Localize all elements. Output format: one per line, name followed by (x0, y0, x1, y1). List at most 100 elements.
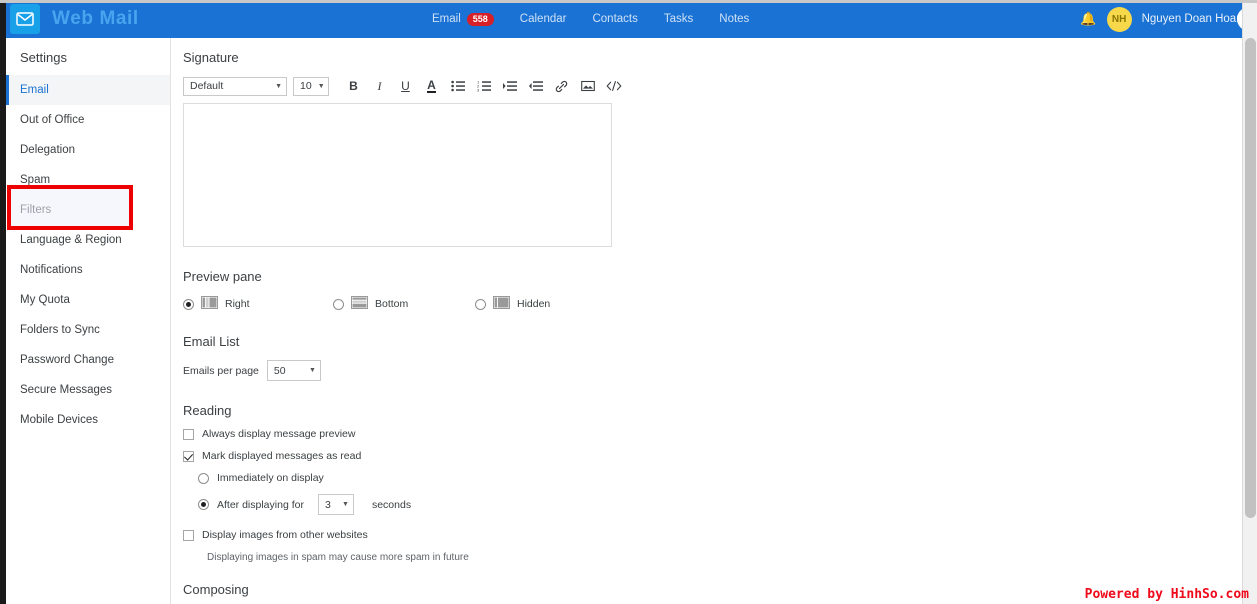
bold-icon[interactable]: B (341, 75, 366, 97)
nav-item-notes[interactable]: Notes (719, 13, 749, 25)
nav-label: Email (432, 13, 461, 25)
emails-per-page-row: Emails per page 50 ▼ (183, 360, 1241, 381)
option-label: After displaying for (217, 498, 304, 511)
app-logo (10, 4, 40, 34)
emails-per-page-value: 50 (273, 364, 286, 377)
watermark: Powered by HinhSo.com (1084, 587, 1249, 602)
preview-pane-label: Bottom (375, 298, 409, 310)
link-icon[interactable] (549, 75, 574, 97)
email-list-heading: Email List (183, 334, 240, 349)
font-family-select[interactable]: Default ▼ (183, 76, 287, 96)
radio-after-displaying[interactable] (198, 499, 209, 510)
scrollbar-thumb[interactable] (1245, 38, 1256, 518)
preview-pane-option-right[interactable]: Right (183, 296, 333, 312)
option-label: Mark displayed messages as read (202, 450, 362, 462)
nav-item-tasks[interactable]: Tasks (664, 13, 693, 25)
bold-glyph: B (349, 79, 358, 93)
after-displaying-option[interactable]: After displaying for 3 ▼ seconds (198, 494, 1241, 515)
sidebar-item-secure-messages[interactable]: Secure Messages (6, 375, 170, 405)
italic-icon[interactable]: I (367, 75, 392, 97)
signature-editor[interactable] (183, 103, 612, 247)
sidebar-item-filters[interactable]: Filters (6, 195, 170, 225)
preview-pane-heading: Preview pane (183, 269, 262, 284)
nav-item-email[interactable]: Email 558 (432, 12, 494, 26)
seconds-value: 3 (324, 498, 331, 511)
chevron-down-icon: ▼ (317, 82, 325, 90)
checkbox-mark-as-read[interactable] (183, 450, 194, 462)
svg-text:3: 3 (477, 88, 480, 93)
sidebar-item-label: Delegation (20, 144, 75, 156)
sidebar-item-label: Secure Messages (20, 384, 113, 396)
radio-bottom[interactable] (333, 298, 344, 310)
checkbox-display-images[interactable] (183, 529, 194, 541)
mark-as-read-option[interactable]: Mark displayed messages as read (183, 450, 1241, 462)
preview-pane-option-hidden[interactable]: Hidden (475, 296, 550, 312)
sidebar-item-my-quota[interactable]: My Quota (6, 285, 170, 315)
radio-immediately-on-display[interactable] (198, 472, 209, 484)
sidebar-item-spam[interactable]: Spam (6, 165, 170, 195)
sidebar-item-notifications[interactable]: Notifications (6, 255, 170, 285)
nav-item-calendar[interactable]: Calendar (520, 13, 567, 25)
sidebar-item-out-of-office[interactable]: Out of Office (6, 105, 170, 135)
avatar[interactable]: NH (1106, 6, 1132, 32)
emails-per-page-label: Emails per page (183, 364, 259, 377)
layout-bottom-icon (351, 296, 368, 312)
preview-pane-label: Right (225, 298, 250, 310)
sidebar-item-delegation[interactable]: Delegation (6, 135, 170, 165)
underline-icon[interactable]: U (393, 75, 418, 97)
sidebar-item-folders-to-sync[interactable]: Folders to Sync (6, 315, 170, 345)
text-color-glyph: A (427, 77, 436, 93)
bullet-list-icon[interactable] (445, 75, 470, 97)
preview-pane-option-bottom[interactable]: Bottom (333, 296, 475, 312)
sidebar-item-label: Password Change (20, 354, 114, 366)
page-scrollbar[interactable] (1242, 0, 1257, 604)
font-size-select[interactable]: 10 ▼ (293, 76, 329, 96)
radio-hidden[interactable] (475, 298, 486, 310)
window-top-edge (0, 0, 1257, 3)
window-left-edge (0, 0, 6, 604)
composing-heading: Composing (183, 582, 249, 597)
option-label: Display images from other websites (202, 529, 368, 541)
always-display-preview-option[interactable]: Always display message preview (183, 428, 1241, 440)
image-icon[interactable] (575, 75, 600, 97)
sidebar-item-language-region[interactable]: Language & Region (6, 225, 170, 255)
chevron-down-icon: ▼ (308, 367, 316, 374)
settings-sidebar: Settings Email Out of Office Delegation … (6, 38, 171, 604)
main-nav: Email 558 Calendar Contacts Tasks Notes (432, 0, 749, 38)
bell-icon[interactable]: 🔔 (1080, 11, 1096, 27)
nav-item-contacts[interactable]: Contacts (592, 13, 637, 25)
sidebar-item-label: Out of Office (20, 114, 85, 126)
checkbox-always-display-preview[interactable] (183, 428, 194, 440)
seconds-select[interactable]: 3 ▼ (317, 494, 354, 515)
reading-heading: Reading (183, 403, 232, 418)
user-area: 🔔 NH Nguyen Doan Hoang (1080, 0, 1249, 38)
settings-content: Signature Default ▼ 10 ▼ B I U A 1 2 3 P… (171, 38, 1241, 604)
layout-hidden-icon (493, 296, 510, 312)
sidebar-item-email[interactable]: Email (6, 75, 170, 105)
outdent-icon[interactable] (523, 75, 548, 97)
sidebar-item-label: Spam (20, 174, 51, 186)
seconds-suffix-label: seconds (371, 498, 412, 511)
sidebar-item-mobile-devices[interactable]: Mobile Devices (6, 405, 170, 435)
signature-toolbar: Default ▼ 10 ▼ B I U A 1 2 3 (183, 75, 1241, 97)
italic-glyph: I (377, 78, 382, 93)
chevron-down-icon: ▼ (342, 501, 349, 508)
username-label[interactable]: Nguyen Doan Hoang (1142, 13, 1249, 25)
layout-right-icon (201, 296, 218, 312)
option-label: Immediately on display (217, 472, 324, 484)
indent-icon[interactable] (497, 75, 522, 97)
sidebar-item-password-change[interactable]: Password Change (6, 345, 170, 375)
envelope-icon (16, 12, 34, 26)
spam-images-note: Displaying images in spam may cause more… (207, 552, 469, 563)
radio-right[interactable] (183, 298, 194, 310)
text-color-icon[interactable]: A (419, 75, 444, 97)
display-images-option[interactable]: Display images from other websites (183, 529, 1241, 541)
numbered-list-icon[interactable]: 1 2 3 (471, 75, 496, 97)
preview-pane-options: Right Bottom Hidden (183, 296, 1241, 312)
sidebar-item-label: Filters (20, 204, 52, 216)
emails-per-page-select[interactable]: 50 ▼ (266, 360, 321, 381)
sidebar-item-label: Email (20, 84, 49, 96)
code-icon[interactable] (601, 75, 626, 97)
sidebar-item-label: Notifications (20, 264, 83, 276)
immediately-on-display-option[interactable]: Immediately on display (198, 472, 1241, 484)
